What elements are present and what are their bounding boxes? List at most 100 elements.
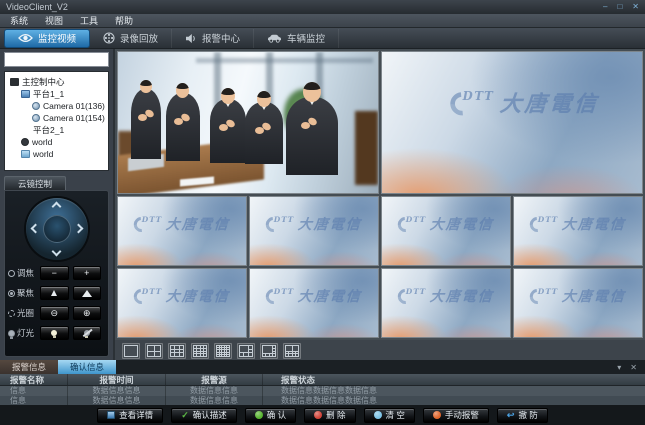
layout-cell (293, 346, 299, 351)
layout-cell (263, 346, 272, 353)
ptz-up-icon[interactable] (51, 202, 61, 212)
layout-1-view[interactable] (122, 343, 140, 359)
layout-16-view[interactable] (191, 343, 209, 359)
layout-cell (273, 346, 275, 348)
minimize-icon[interactable]: – (603, 3, 607, 11)
alarm-tab-holder: 报警信息确认信息 (0, 360, 116, 374)
layout-cell (204, 352, 206, 354)
ptz-row-label: 调焦 (8, 267, 40, 279)
disarm-icon: ↩ (507, 411, 515, 419)
video-cell-7[interactable]: DTT大唐電信 (117, 268, 247, 338)
layout-8-view[interactable] (260, 343, 278, 359)
maximize-icon[interactable]: □ (617, 3, 622, 11)
focus-near-glyph (51, 290, 57, 296)
删除-button[interactable]: 删 除 (304, 408, 355, 423)
layout-cell (197, 352, 199, 354)
camera-icon (32, 114, 40, 122)
alarm-table: 报警名称报警时间报警源报警状态信息数据信息信息数据信息信息数据信息数据信息数据信… (0, 374, 645, 405)
layout-cell (225, 350, 227, 351)
layout-glyph (147, 345, 161, 357)
清空-button[interactable]: 清 空 (364, 408, 415, 423)
layout-10-view[interactable] (283, 343, 301, 359)
tab-报警中心[interactable]: 报警中心 (172, 29, 254, 48)
tree-item-Camera 01(136)[interactable]: Camera 01(136) (7, 100, 106, 112)
tab-车辆监控[interactable]: 车辆监控 (254, 29, 339, 48)
ptz-down-icon[interactable] (51, 247, 61, 257)
tree-item-平台2_1[interactable]: 平台2_1 (7, 124, 106, 136)
layout-9-view[interactable] (168, 343, 186, 359)
tree-item-world[interactable]: world (7, 136, 106, 148)
collapse-panel-icon[interactable]: ▾ (617, 363, 621, 372)
alarm-panel: 报警信息确认信息 ▾ ✕ 报警名称报警时间报警源报警状态信息数据信息信息数据信息… (0, 360, 645, 405)
video-cell-6[interactable]: DTT大唐電信 (513, 196, 643, 266)
tab-监控视频[interactable]: 监控视频 (4, 29, 90, 48)
ptz-label-text: 光圈 (17, 307, 34, 319)
menu-item[interactable]: 帮助 (115, 14, 133, 27)
tree-item-主控制中心[interactable]: 主控制中心 (7, 76, 106, 88)
layout-cell (289, 352, 291, 354)
video-cell-9[interactable]: DTT大唐電信 (381, 268, 511, 338)
ptz-row-调焦: 调焦−+ (8, 266, 105, 280)
confirm-icon (255, 411, 263, 419)
menu-item[interactable]: 工具 (80, 14, 98, 27)
zoom-minus-icon[interactable]: − (40, 266, 69, 280)
layout-6-view[interactable] (237, 343, 255, 359)
datang-name-text: 大唐電信 (562, 214, 627, 234)
table-row[interactable]: 信息数据信息信息数据信息信息数据信息数据信息数据信息 (0, 396, 645, 406)
ptz-rows: 调焦−+聚焦光圈⊖⊕灯光 (8, 260, 105, 340)
device-sidebar: ▾ 主控制中心平台1_1Camera 01(136)Camera 01(154)… (0, 49, 115, 360)
ptz-dpad[interactable] (26, 198, 88, 260)
layout-glyph (239, 345, 253, 357)
device-combobox[interactable]: ▾ (4, 52, 109, 67)
layout-cell (220, 353, 222, 354)
查看详情-button[interactable]: 查看详情 (97, 408, 163, 423)
menu-item[interactable]: 视图 (45, 14, 63, 27)
alarm-tab-确认信息[interactable]: 确认信息 (58, 360, 116, 374)
ptz-dpad-center[interactable] (43, 215, 71, 243)
light-on-icon[interactable] (40, 326, 69, 340)
table-cell: 数据信息信息 (165, 396, 262, 406)
video-cell-10[interactable]: DTT大唐電信 (513, 268, 643, 338)
iris-minus-icon[interactable]: ⊖ (40, 306, 69, 320)
action-label: 手动报警 (445, 409, 479, 421)
layout-cell (217, 350, 219, 351)
app-window: VideoClient_V2 – □ ✕ 系统视图工具帮助 监控视频录像回放报警… (0, 0, 645, 425)
撤防-button[interactable]: ↩撤 防 (497, 408, 548, 423)
tree-item-平台1_1[interactable]: 平台1_1 (7, 88, 106, 100)
tab-label: 录像回放 (120, 31, 158, 45)
确认描述-button[interactable]: ✓确认描述 (171, 408, 237, 423)
table-cell: 信息 (0, 386, 67, 396)
alarm-tab-报警信息[interactable]: 报警信息 (0, 360, 58, 374)
alarm-table-header: 报警名称报警时间报警源报警状态 (0, 374, 645, 386)
iris-plus-icon[interactable]: ⊕ (73, 306, 102, 320)
focus-far-icon[interactable] (73, 286, 102, 300)
手动报警-button[interactable]: 手动报警 (423, 408, 489, 423)
tree-item-Camera 01(154)[interactable]: Camera 01(154) (7, 112, 106, 124)
person-head (303, 82, 321, 102)
layout-4-view[interactable] (145, 343, 163, 359)
video-cell-8[interactable]: DTT大唐電信 (249, 268, 379, 338)
table-row[interactable]: 信息数据信息信息数据信息信息数据信息数据信息数据信息 (0, 386, 645, 396)
zoom-plus-icon[interactable]: + (73, 266, 102, 280)
close-panel-icon[interactable]: ✕ (630, 363, 637, 372)
tab-label: 车辆监控 (287, 31, 325, 45)
ptz-row-label: 光圈 (8, 307, 40, 319)
video-cell-3[interactable]: DTT大唐電信 (117, 196, 247, 266)
tab-录像回放[interactable]: 录像回放 (90, 29, 172, 48)
layout-25-view[interactable] (214, 343, 232, 359)
ptz-left-icon[interactable] (30, 224, 40, 234)
确认-button[interactable]: 确 认 (245, 408, 296, 423)
title-bar: VideoClient_V2 – □ ✕ (0, 0, 645, 14)
layout-cell (249, 346, 252, 349)
video-cell-4[interactable]: DTT大唐電信 (249, 196, 379, 266)
video-cell-2[interactable]: DTT大唐電信 (381, 51, 643, 194)
menu-item[interactable]: 系统 (10, 14, 28, 27)
device-combo-input[interactable] (5, 53, 128, 66)
focus-near-icon[interactable] (40, 286, 69, 300)
video-cell-5[interactable]: DTT大唐電信 (381, 196, 511, 266)
ptz-right-icon[interactable] (73, 224, 83, 234)
tree-item-world[interactable]: world (7, 148, 106, 160)
close-icon[interactable]: ✕ (632, 3, 639, 11)
video-cell-1[interactable] (117, 51, 379, 194)
light-off-icon[interactable] (73, 326, 102, 340)
